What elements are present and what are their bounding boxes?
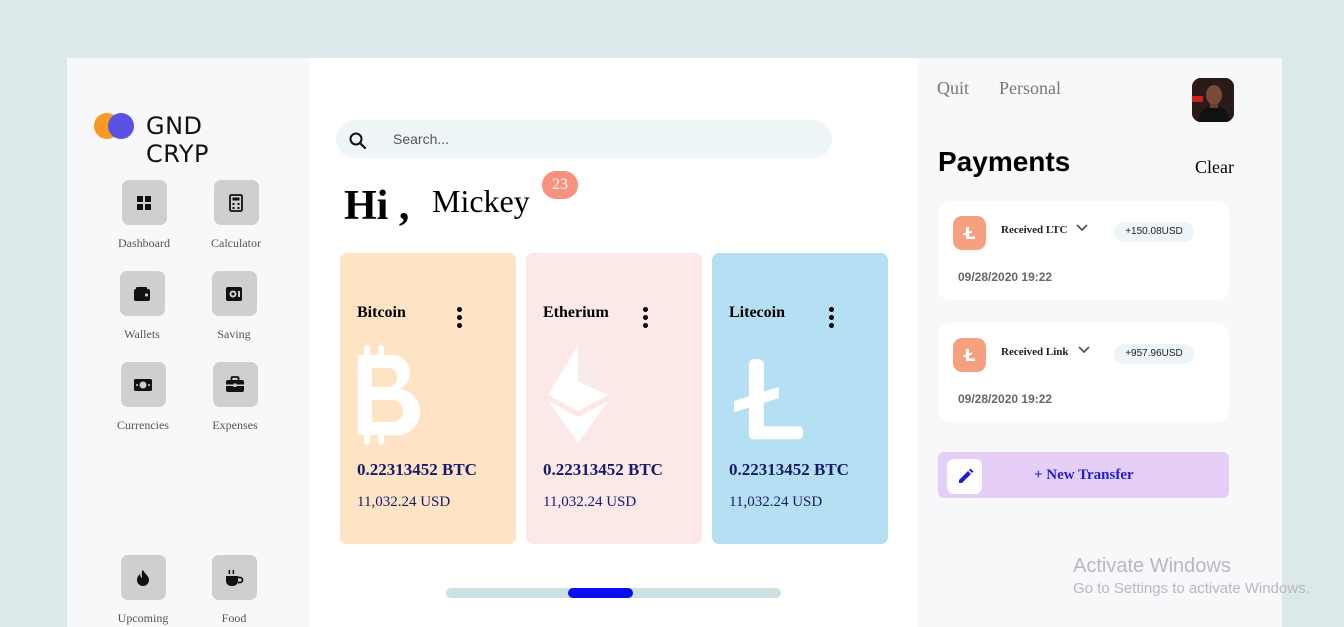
card-crypto-amount: 0.22313452 BTC	[543, 460, 663, 479]
watermark-title: Activate Windows	[1073, 555, 1231, 577]
sidebar-item-calculator[interactable]: Calculator	[201, 180, 271, 251]
payments-title: Payments	[938, 146, 1071, 177]
sidebar-item-food[interactable]: Food	[199, 555, 269, 626]
card-title: Etherium	[543, 304, 609, 321]
briefcase-icon	[212, 362, 258, 407]
payment-amount: +150.08USD	[1114, 222, 1194, 242]
card-usd-amount: 11,032.24 USD	[543, 494, 637, 510]
logo-icon	[94, 111, 136, 141]
payment-label: Received Link	[1001, 346, 1069, 358]
payment-item[interactable]: Received LTC +150.08USD 09/28/2020 19:22	[938, 201, 1229, 300]
new-transfer-label: + New Transfer	[1034, 467, 1134, 483]
sidebar-item-label: Saving	[217, 327, 251, 341]
more-options-icon[interactable]	[826, 307, 836, 329]
card-title: Litecoin	[729, 304, 785, 321]
watermark-subtitle: Go to Settings to activate Windows.	[1073, 580, 1310, 597]
clear-button[interactable]: Clear	[1195, 157, 1234, 178]
sidebar-item-label: Dashboard	[118, 236, 170, 250]
sidebar-item-saving[interactable]: Saving	[199, 271, 269, 342]
payment-date: 09/28/2020 19:22	[958, 392, 1053, 406]
carousel-scrollbar[interactable]	[446, 588, 781, 598]
brand-name: GND CRYP	[146, 112, 210, 168]
card-crypto-amount: 0.22313452 BTC	[729, 460, 849, 479]
sidebar-item-label: Calculator	[211, 236, 261, 250]
new-transfer-button[interactable]: + New Transfer	[938, 452, 1229, 498]
calculator-icon	[213, 180, 259, 225]
payments-panel: Quit Personal Payments Clear Received LT…	[918, 58, 1282, 627]
brand-logo[interactable]: GND CRYP	[94, 110, 269, 168]
more-options-icon[interactable]	[640, 307, 650, 329]
payment-label: Received LTC	[1001, 224, 1068, 236]
notification-badge[interactable]: 23	[542, 171, 578, 199]
litecoin-icon	[734, 359, 804, 440]
crypto-card-litecoin[interactable]: Litecoin 0.22313452 BTC 11,032.24 USD	[712, 253, 888, 544]
sidebar-item-wallets[interactable]: Wallets	[107, 271, 177, 342]
sidebar-item-label: Wallets	[124, 327, 160, 341]
payment-item[interactable]: Received Link +957.96USD 09/28/2020 19:2…	[938, 323, 1229, 422]
pencil-icon	[947, 459, 982, 494]
personal-link[interactable]: Personal	[999, 78, 1061, 99]
more-options-icon[interactable]	[454, 307, 464, 329]
sidebar-item-label: Food	[221, 611, 247, 625]
crypto-card-bitcoin[interactable]: Bitcoin 0.22313452 BTC 11,032.24 USD	[340, 253, 516, 544]
sidebar-item-currencies[interactable]: Currencies	[108, 362, 178, 433]
grid-icon	[121, 180, 167, 225]
payment-date: 09/28/2020 19:22	[958, 270, 1053, 284]
sidebar-item-label: Currencies	[117, 418, 169, 432]
wallet-icon	[119, 271, 165, 316]
sidebar-item-upcoming[interactable]: Upcoming	[108, 555, 178, 626]
sidebar-item-label: Expenses	[212, 418, 258, 432]
avatar[interactable]	[1192, 78, 1234, 122]
banknote-icon	[120, 362, 166, 407]
search-bar	[336, 120, 832, 158]
chevron-down-icon[interactable]	[1075, 223, 1089, 233]
safe-icon	[211, 271, 257, 316]
card-title: Bitcoin	[357, 304, 406, 321]
card-crypto-amount: 0.22313452 BTC	[357, 460, 477, 479]
chevron-down-icon[interactable]	[1077, 345, 1091, 355]
greeting-username: Mickey	[432, 183, 530, 219]
payment-amount: +957.96USD	[1114, 344, 1194, 364]
sidebar-item-dashboard[interactable]: Dashboard	[109, 180, 179, 251]
app-window: GND CRYP Dashboard Calculator Wallets Sa…	[67, 58, 1282, 627]
carousel-scroll-thumb[interactable]	[567, 588, 633, 598]
sidebar-item-expenses[interactable]: Expenses	[200, 362, 270, 433]
card-usd-amount: 11,032.24 USD	[357, 494, 451, 510]
greeting-hi: Hi ,	[344, 183, 410, 229]
crypto-card-etherium[interactable]: Etherium 0.22313452 BTC 11,032.24 USD	[526, 253, 702, 544]
coffee-icon	[211, 555, 257, 600]
ethereum-icon	[548, 345, 608, 443]
fire-icon	[120, 555, 166, 600]
card-usd-amount: 11,032.24 USD	[729, 494, 823, 510]
search-icon[interactable]	[348, 131, 368, 151]
bitcoin-icon	[358, 345, 421, 445]
quit-link[interactable]: Quit	[937, 78, 969, 99]
sidebar-item-label: Upcoming	[117, 611, 169, 625]
litecoin-icon	[953, 338, 986, 372]
litecoin-icon	[953, 216, 986, 250]
search-input[interactable]	[393, 128, 813, 150]
sidebar: GND CRYP Dashboard Calculator Wallets Sa…	[67, 58, 310, 627]
